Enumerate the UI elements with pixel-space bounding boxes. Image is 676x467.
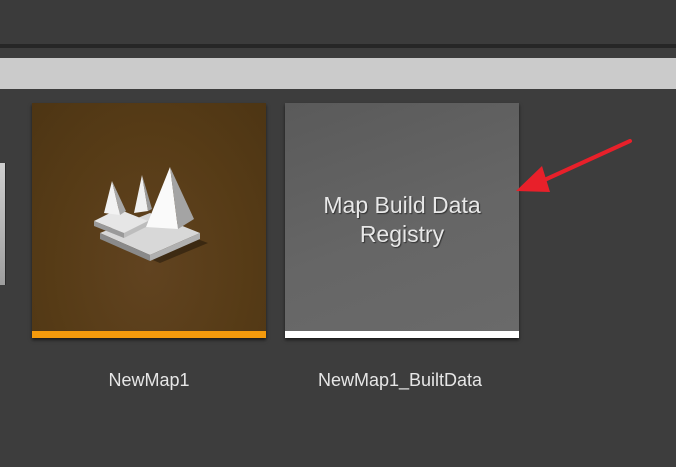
asset-name-newmap1-builtdata[interactable]: NewMap1_BuiltData — [280, 369, 520, 391]
content-browser-window: Map Build Data Registry NewMap1 NewMap1_… — [0, 0, 676, 467]
filter-bar[interactable] — [0, 58, 676, 89]
level-map-icon — [94, 167, 208, 263]
asset-tile-newmap1[interactable] — [32, 103, 266, 338]
toolbar-area — [0, 0, 676, 44]
asset-tile-newmap1-builtdata[interactable]: Map Build Data Registry — [285, 103, 519, 338]
thumbnail-label: Map Build Data Registry — [323, 192, 481, 247]
asset-type-bar — [285, 331, 519, 338]
partial-asset-tile[interactable] — [0, 163, 6, 285]
asset-name-newmap1[interactable]: NewMap1 — [29, 369, 269, 391]
asset-type-bar — [32, 331, 266, 338]
annotation-arrow-icon — [516, 139, 632, 192]
